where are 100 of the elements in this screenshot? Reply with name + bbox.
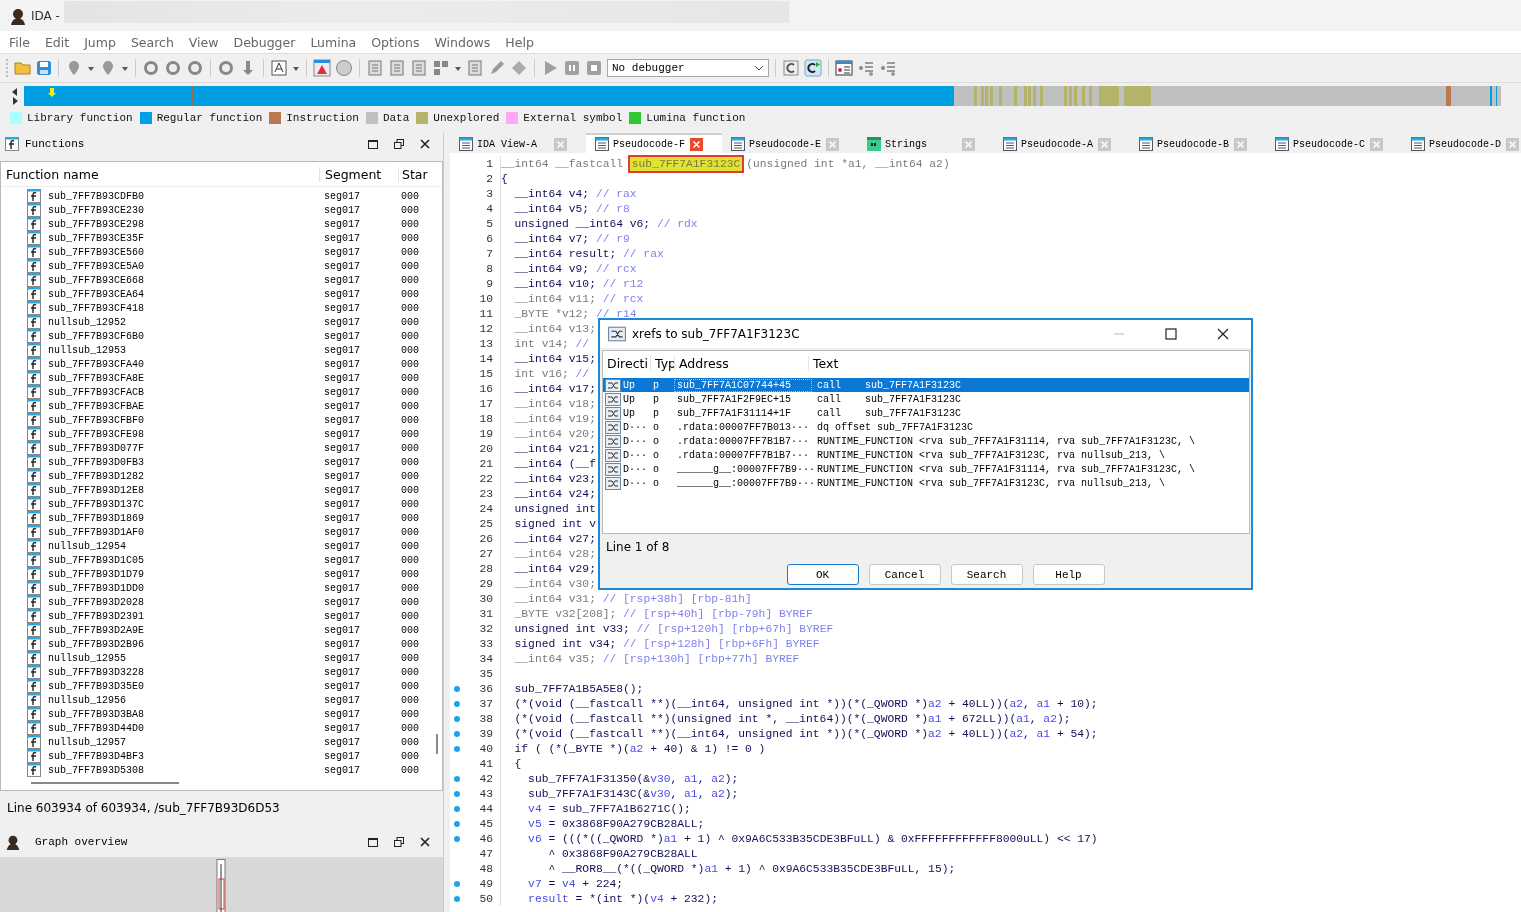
column-header[interactable]: Directi — [603, 355, 651, 371]
menu-item[interactable]: Jump — [84, 34, 116, 50]
function-name[interactable]: sub_7FF7B93CFE98 — [48, 428, 144, 440]
xref-row[interactable]: Up p sub_7FF7A1C07744+45 call sub_7FF7A1F3123C — [603, 378, 1249, 392]
sphere-icon[interactable] — [335, 59, 353, 77]
breakpoint-dot[interactable] — [454, 805, 460, 812]
function-name[interactable]: nullsub_12956 — [48, 694, 126, 706]
circle-icon[interactable] — [186, 59, 204, 77]
function-name[interactable]: sub_7FF7B93D12E8 — [48, 484, 144, 496]
tab[interactable]: Pseudocode-A — [994, 133, 1130, 153]
function-name[interactable]: sub_7FF7B93CE230 — [48, 204, 144, 216]
function-name[interactable]: sub_7FF7B93D0FB3 — [48, 456, 144, 468]
circle-icon[interactable] — [164, 59, 182, 77]
menu-item[interactable]: View — [188, 34, 219, 50]
function-name[interactable]: sub_7FF7B93D1869 — [48, 512, 144, 524]
maximize-icon[interactable] — [367, 836, 379, 848]
function-name[interactable]: sub_7FF7B93CFBAE — [48, 400, 144, 412]
function-name[interactable]: sub_7FF7B93CFBF0 — [48, 414, 144, 426]
breakpoint-dot[interactable] — [454, 775, 460, 782]
xref-row[interactable]: D··· o .rdata:00007FF7B1B7··· RUNTIME_FUNCTION <rva sub_7FF7A1F31114, rva sub_7FF7A1F3123C, \ — [603, 434, 1249, 448]
column-header[interactable]: Address — [675, 355, 809, 371]
breakpoint-dot[interactable] — [454, 880, 460, 887]
xref-row[interactable]: Up p sub_7FF7A1F31114+1F call sub_7FF7A1F3123C — [603, 406, 1249, 420]
function-name[interactable]: nullsub_12955 — [48, 652, 126, 664]
function-name[interactable]: nullsub_12957 — [48, 736, 126, 748]
debugger-dropdown[interactable]: No debugger — [607, 59, 769, 77]
float-icon[interactable] — [393, 138, 405, 150]
folder-icon[interactable] — [14, 60, 32, 76]
breakpoint-dot[interactable] — [454, 745, 460, 752]
menu-item[interactable]: Help — [505, 34, 534, 50]
circle-icon[interactable] — [142, 59, 160, 77]
function-name[interactable]: sub_7FF7B93D1282 — [48, 470, 144, 482]
close-icon[interactable] — [419, 138, 431, 150]
function-name[interactable]: sub_7FF7B93CFACB — [48, 386, 144, 398]
circle-icon[interactable] — [217, 59, 235, 77]
function-name[interactable]: sub_7FF7B93CFA8E — [48, 372, 144, 384]
menu-item[interactable]: Lumina — [310, 34, 357, 50]
document-icon[interactable] — [388, 59, 406, 77]
menu-item[interactable]: File — [9, 34, 30, 50]
function-name[interactable]: sub_7FF7B93D1AF0 — [48, 526, 144, 538]
function-name[interactable]: sub_7FF7B93CE560 — [48, 246, 144, 258]
scrollbar-thumb[interactable] — [436, 734, 438, 754]
function-name[interactable]: sub_7FF7B93D1D79 — [48, 568, 144, 580]
xref-row[interactable]: D··· o ______g__:00007FF7B9··· RUNTIME_FUNCTION <rva sub_7FF7A1F31114, rva sub_7FF7A1F3123C, \ — [603, 462, 1249, 476]
tab[interactable]: Strings — [858, 133, 994, 153]
breakpoint-dot[interactable] — [454, 820, 460, 827]
function-name[interactable]: nullsub_12952 — [48, 316, 126, 328]
function-name[interactable]: sub_7FF7B93D2028 — [48, 596, 144, 608]
stop-icon[interactable] — [585, 59, 603, 77]
document-icon[interactable] — [410, 59, 428, 77]
close-icon[interactable] — [1217, 328, 1229, 340]
function-name[interactable]: sub_7FF7B93CFA40 — [48, 358, 144, 370]
menu-item[interactable]: Edit — [44, 34, 70, 50]
grid-icon[interactable] — [432, 59, 450, 77]
tab[interactable]: Pseudocode-C — [1266, 133, 1402, 153]
code-run-icon[interactable] — [804, 59, 822, 77]
tab[interactable]: Pseudocode-D — [1402, 133, 1521, 153]
menu-item[interactable]: Windows — [434, 34, 491, 50]
scroll-arrows-icon[interactable] — [10, 86, 20, 106]
function-name[interactable]: sub_7FF7B93D4BF3 — [48, 750, 144, 762]
xref-row[interactable]: D··· o .rdata:00007FF7B1B7··· RUNTIME_FUNCTION <rva sub_7FF7A1F3123C, rva nullsub_213, \ — [603, 448, 1249, 462]
function-name[interactable]: sub_7FF7B93D44D0 — [48, 722, 144, 734]
warning-icon[interactable] — [313, 59, 331, 77]
column-header[interactable]: Text — [809, 355, 1249, 371]
tab[interactable]: Pseudocode-F — [586, 133, 722, 153]
function-name[interactable]: sub_7FF7B93D1DD0 — [48, 582, 144, 594]
maximize-icon[interactable] — [367, 138, 379, 150]
menu-item[interactable]: Options — [371, 34, 420, 50]
maximize-icon[interactable] — [1165, 328, 1177, 340]
breakpoint-dot[interactable] — [454, 835, 460, 842]
function-name[interactable]: sub_7FF7B93D3BA8 — [48, 708, 144, 720]
breakpoint-dot[interactable] — [454, 895, 460, 902]
function-name[interactable]: sub_7FF7B93D2A9E — [48, 624, 144, 636]
xref-row[interactable]: D··· o ______g__:00007FF7B9··· RUNTIME_FUNCTION <rva sub_7FF7A1F3123C, rva nullsub_213, \ — [603, 476, 1249, 490]
breakpoint-dot[interactable] — [454, 715, 460, 722]
function-name[interactable]: sub_7FF7B93D3228 — [48, 666, 144, 678]
breakpoint-dot[interactable] — [454, 790, 460, 797]
breakpoint-dot[interactable] — [454, 685, 460, 692]
float-icon[interactable] — [393, 836, 405, 848]
dialog-button[interactable]: Search — [950, 564, 1023, 585]
function-name[interactable]: sub_7FF7B93CE35F — [48, 232, 144, 244]
text-box-icon[interactable] — [270, 59, 288, 77]
dialog-button[interactable]: OK — [786, 564, 859, 585]
function-name[interactable]: sub_7FF7B93D077F — [48, 442, 144, 454]
xref-row[interactable]: Up p sub_7FF7A1F2F9EC+15 call sub_7FF7A1F3123C — [603, 392, 1249, 406]
function-name[interactable]: sub_7FF7B93CF6B0 — [48, 330, 144, 342]
graph-thumbnail[interactable] — [214, 859, 228, 912]
function-name[interactable]: nullsub_12954 — [48, 540, 126, 552]
pencil-icon[interactable] — [488, 59, 506, 77]
menu-item[interactable]: Search — [130, 34, 174, 50]
xref-row[interactable]: D··· o .rdata:00007FF7B013··· dq offset sub_7FF7A1F3123C — [603, 420, 1249, 434]
function-name[interactable]: sub_7FF7B93D2391 — [48, 610, 144, 622]
code-icon[interactable] — [782, 59, 800, 77]
function-name[interactable]: sub_7FF7B93CEA64 — [48, 288, 144, 300]
scrollbar-thumb[interactable] — [31, 782, 179, 784]
function-name[interactable]: sub_7FF7B93CE298 — [48, 218, 144, 230]
function-name[interactable]: sub_7FF7B93CE668 — [48, 274, 144, 286]
list-icon[interactable] — [879, 59, 897, 77]
column-header[interactable]: Star — [398, 166, 428, 182]
function-name[interactable]: sub_7FF7B93CDFB0 — [48, 190, 144, 202]
